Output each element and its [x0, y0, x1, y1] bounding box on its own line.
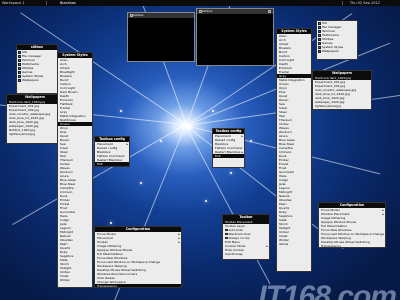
style-item[interactable]: Winter [58, 278, 92, 282]
clock: Thu 02 Sep 2012 [350, 1, 380, 5]
configuration-item[interactable]: Transparency [319, 244, 385, 247]
checkbox[interactable] [225, 228, 228, 232]
panel-separator [46, 1, 47, 5]
panel-separator [342, 1, 343, 5]
wallpapers-menu-left[interactable]: Wallpapers Hardcore dark_1920.jpg Experi… [6, 94, 64, 144]
configuration-item[interactable]: Transparency [95, 284, 181, 287]
styles-list: Alien Arch Artwiz BlueNight Bluebox Burnt Carb… [58, 58, 92, 282]
workspace-label[interactable]: Workspace 1 [2, 0, 24, 6]
wallpaper-item[interactable]: lightsmyshow.jpg [7, 132, 63, 136]
configuration-list: Focus ModelWindow PlacementImage Ditheri… [319, 208, 385, 247]
window-titlebar[interactable]: Blackbox [128, 13, 194, 18]
configuration-menu-right[interactable]: Configuration Focus ModelWindow Placemen… [318, 202, 386, 248]
configuration-list: Focus ModelPlacementToolbarImage Ditheri… [95, 232, 181, 287]
configuration-menu-left[interactable]: Configuration Focus ModelPlacementToolba… [94, 226, 182, 288]
styles-list: Alien Arch Artwiz Bluebox Burnt Carbon Cold Li… [277, 34, 311, 246]
styles-menu-left[interactable]: System Styles Alien Arch Artwiz BlueNight Bl… [57, 52, 93, 288]
toolbox-menu-left[interactable]: Toolbox config Placement Reload config B… [94, 136, 130, 167]
terminal-window-left[interactable]: Blackbox [127, 12, 195, 62]
window-titlebar[interactable]: Blackbox [197, 9, 273, 14]
slit-menu-right[interactable]: Slit File manager Terminal Multimedia Ut… [316, 20, 358, 60]
iconify-button[interactable] [199, 10, 202, 13]
checkbox[interactable] [225, 236, 228, 240]
terminal-window-right[interactable]: Blackbox [196, 8, 274, 66]
toolbox-item[interactable]: Exit [95, 162, 129, 166]
slit-menu-left[interactable]: slitbox Slit File manager Terminal Multi… [16, 44, 58, 94]
slit-item[interactable]: Wallpapers [17, 78, 57, 82]
top-panel: Workspace 1 Blackbox Thu 02 Sep 2012 [0, 0, 400, 6]
toolbox-item[interactable]: Exit [213, 154, 244, 158]
toolbar-item[interactable]: Use Pixmap [223, 252, 269, 256]
wallpapers-menu-right[interactable]: Wallpapers Hardcore dark_1920.jpg Experi… [312, 70, 372, 110]
image-icon [318, 49, 321, 53]
toolbar-menu[interactable]: Toolbar Toolbar Placement Toolbar Layer … [222, 214, 270, 260]
wallpaper-item[interactable]: lightsmyshow.jpg [313, 104, 371, 108]
styles-menu-right[interactable]: System Styles Alien Arch Artwiz Bluebox Burn… [276, 28, 312, 272]
task-label[interactable]: Blackbox [60, 0, 76, 6]
toolbox-menu-mid[interactable]: Toolbox config Placement Reload config B… [212, 128, 245, 168]
slit-item[interactable]: Wallpapers [317, 49, 357, 53]
image-icon [18, 78, 21, 82]
checkbox[interactable] [225, 232, 228, 236]
style-item[interactable]: Yellow [277, 242, 311, 246]
iconify-button[interactable] [130, 14, 133, 17]
close-button[interactable] [268, 10, 271, 13]
site-watermark: IT168.com [258, 279, 397, 300]
